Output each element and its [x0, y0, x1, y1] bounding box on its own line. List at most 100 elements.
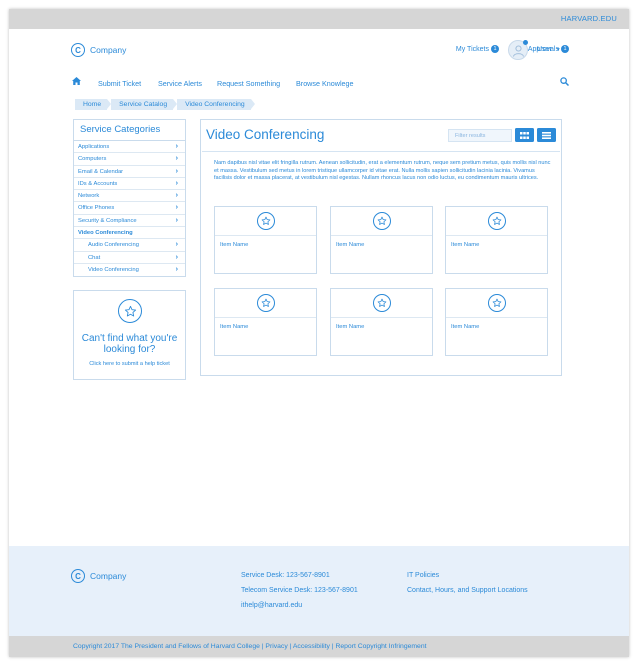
list-icon	[542, 131, 551, 139]
star-icon	[118, 299, 142, 323]
title-divider	[202, 151, 560, 152]
caret-down-icon: ▼	[555, 47, 561, 53]
service-categories-panel: Service Categories Applications › Compute…	[73, 119, 186, 278]
breadcrumb-service-catalog[interactable]: Service Catalog	[111, 99, 178, 110]
chevron-right-icon: ›	[175, 179, 178, 187]
harvard-link[interactable]: HARVARD.EDU	[561, 14, 617, 23]
chevron-right-icon: ›	[175, 241, 178, 249]
item-name: Item Name	[220, 324, 249, 330]
company-logo[interactable]: C Company	[71, 43, 126, 57]
logo-icon: C	[71, 569, 85, 583]
item-name: Item Name	[451, 242, 480, 248]
category-description: Nam dapibus nisl vitae elit fringilla ru…	[214, 160, 551, 182]
item-card[interactable]: Item Name	[214, 206, 317, 274]
page-frame: HARVARD.EDU C Company My Tickets 1 My Ap…	[9, 9, 629, 657]
grid-view-button[interactable]	[515, 128, 534, 142]
sidebar-item-label: Video Conferencing	[88, 266, 139, 273]
star-icon	[257, 294, 275, 312]
star-icon	[373, 212, 391, 230]
footer-logo[interactable]: C Company	[71, 569, 126, 583]
sidebar-item-label: Computers	[78, 156, 107, 163]
user-menu[interactable]: User ▼	[537, 46, 561, 53]
user-label: User	[537, 46, 552, 53]
sidebar-subitem-chat[interactable]: Chat ›	[74, 252, 185, 264]
card-divider	[331, 317, 432, 318]
telecom-desk-phone: Telecom Service Desk: 123-567-8901	[241, 587, 358, 594]
chevron-right-icon: ›	[175, 192, 178, 200]
footer: C Company Service Desk: 123-567-8901 Tel…	[9, 546, 629, 636]
sidebar-subitem-video-conferencing[interactable]: Video Conferencing ›	[74, 264, 185, 276]
sidebar-title: Service Categories	[74, 120, 185, 141]
item-name: Item Name	[451, 324, 480, 330]
home-icon[interactable]	[72, 77, 81, 87]
sidebar-item-label: Video Conferencing	[78, 230, 133, 237]
sidebar-item-network[interactable]: Network ›	[74, 190, 185, 203]
company-name: Company	[90, 45, 127, 55]
nav-browse-knowledge[interactable]: Browse Knowlege	[296, 79, 354, 88]
main-panel: Video Conferencing Filter results Nam da…	[200, 119, 562, 376]
card-divider	[215, 317, 316, 318]
copyright-bar: Copyright 2017 The President and Fellows…	[9, 636, 629, 657]
card-divider	[446, 235, 547, 236]
nav-submit-ticket[interactable]: Submit Ticket	[98, 79, 141, 88]
star-icon	[257, 212, 275, 230]
avatar[interactable]	[508, 40, 528, 60]
sidebar-item-label: Network	[78, 193, 100, 200]
sidebar-item-computers[interactable]: Computers ›	[74, 153, 185, 166]
sidebar-item-office-phones[interactable]: Office Phones ›	[74, 202, 185, 215]
my-tickets-label: My Tickets	[455, 45, 489, 53]
nav-request-something[interactable]: Request Something	[217, 79, 280, 88]
sidebar-item-label: Email & Calendar	[78, 168, 124, 175]
help-subtitle[interactable]: Click here to submit a help ticket	[74, 361, 185, 367]
breadcrumb: Home Service Catalog Video Conferencing	[75, 99, 255, 110]
user-icon	[513, 45, 524, 57]
item-card[interactable]: Item Name	[445, 288, 548, 356]
star-icon	[488, 212, 506, 230]
sidebar-item-ids-accounts[interactable]: IDs & Accounts ›	[74, 178, 185, 191]
sidebar-item-label: Office Phones	[78, 205, 115, 212]
chevron-right-icon: ›	[175, 204, 178, 212]
card-divider	[446, 317, 547, 318]
chevron-right-icon: ›	[175, 216, 178, 224]
help-ticket-card[interactable]: Can't find what you're looking for? Clic…	[73, 290, 186, 380]
item-card[interactable]: Item Name	[214, 288, 317, 356]
item-card[interactable]: Item Name	[330, 288, 433, 356]
chevron-right-icon: ›	[175, 253, 178, 261]
contact-hours-link[interactable]: Contact, Hours, and Support Locations	[407, 583, 528, 598]
search-icon[interactable]	[560, 77, 570, 88]
item-name: Item Name	[336, 324, 365, 330]
list-view-button[interactable]	[537, 128, 556, 142]
help-title: Can't find what you're looking for?	[81, 333, 178, 355]
item-name: Item Name	[336, 242, 365, 248]
sidebar-item-label: Chat	[88, 254, 101, 261]
filter-input[interactable]: Filter results	[448, 129, 512, 142]
sidebar-item-applications[interactable]: Applications ›	[74, 141, 185, 154]
support-email-link[interactable]: ithelp@harvard.edu	[241, 598, 358, 613]
card-divider	[331, 235, 432, 236]
sidebar-subitem-audio-conferencing[interactable]: Audio Conferencing ›	[74, 239, 185, 252]
sidebar-item-video-conferencing[interactable]: Video Conferencing	[74, 227, 185, 240]
sidebar-item-email-calendar[interactable]: Email & Calendar ›	[74, 166, 185, 178]
notification-dot	[523, 40, 528, 45]
star-icon	[373, 294, 391, 312]
footer-contact-column: Service Desk: 123-567-8901 Telecom Servi…	[241, 568, 358, 613]
item-card[interactable]: Item Name	[445, 206, 548, 274]
breadcrumb-video-conferencing[interactable]: Video Conferencing	[177, 99, 255, 110]
sidebar-item-label: IDs & Accounts	[78, 180, 118, 187]
my-tickets-badge: 1	[490, 45, 499, 53]
footer-links-column: IT Policies Contact, Hours, and Support …	[407, 568, 528, 598]
card-divider	[215, 235, 316, 236]
chevron-right-icon: ›	[175, 167, 178, 175]
breadcrumb-home[interactable]: Home	[75, 99, 112, 110]
copyright-text: Copyright 2017 The President and Fellows…	[73, 643, 427, 650]
sidebar-item-label: Applications	[78, 144, 110, 150]
it-policies-link[interactable]: IT Policies	[407, 568, 528, 583]
chevron-right-icon: ›	[175, 155, 178, 163]
sidebar-item-security-compliance[interactable]: Security & Compliance ›	[74, 215, 185, 228]
nav-service-alerts[interactable]: Service Alerts	[158, 79, 202, 88]
logo-icon: C	[71, 43, 85, 57]
my-tickets-link[interactable]: My Tickets 1	[456, 45, 499, 53]
main-nav: Submit Ticket Service Alerts Request Som…	[69, 77, 570, 90]
item-card[interactable]: Item Name	[330, 206, 433, 274]
page-title: Video Conferencing	[206, 127, 325, 142]
